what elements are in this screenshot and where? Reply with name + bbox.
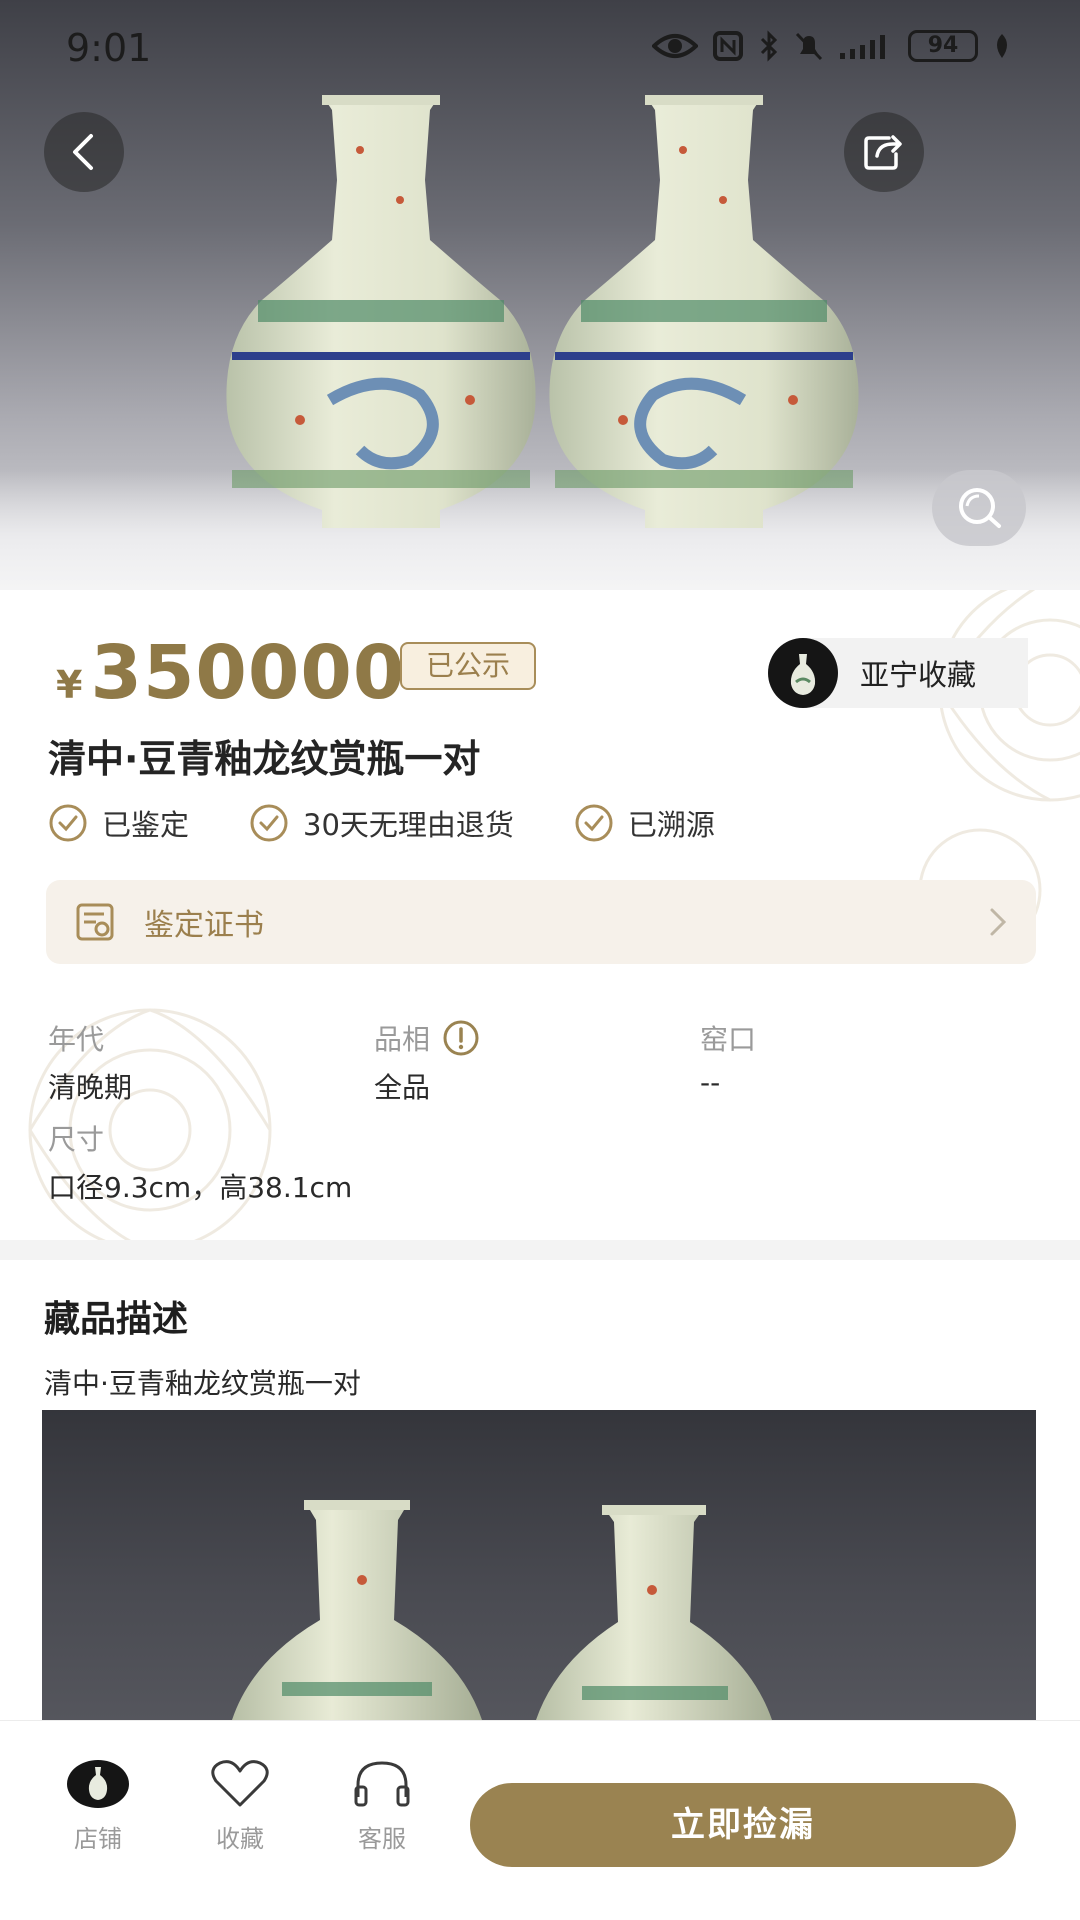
attr-value: -- [700,1066,721,1099]
nfc-icon [713,31,743,61]
currency-symbol: ¥ [56,663,83,707]
price-value: 350000 [90,630,406,716]
product-title: 清中·豆青釉龙纹赏瓶一对 [48,737,481,781]
attr-size: 尺寸 口径9.3cm，高38.1cm [48,1118,352,1206]
tab-customer-service[interactable]: 客服 [332,1759,432,1854]
attr-value: 全品 [374,1071,431,1104]
description-section: 藏品描述 清中·豆青釉龙纹赏瓶一对 [0,1260,1080,1720]
badge-label: 已溯源 [627,808,715,842]
badge-traced: 已溯源 [574,802,715,844]
description-image[interactable] [42,1410,1036,1720]
certificate-row[interactable]: 鉴定证书 [46,880,1036,964]
shop-avatar [768,638,838,708]
shop-name: 亚宁收藏 [860,658,977,692]
tab-favorite[interactable]: 收藏 [190,1759,290,1854]
check-circle-icon [575,804,613,842]
share-icon [864,135,902,170]
search-icon [959,488,1001,528]
zoom-button[interactable] [932,470,1026,546]
attr-era: 年代 清晚期 [48,1018,132,1106]
bottom-action-bar: 店铺 收藏 客服 立即捡漏 [0,1720,1080,1920]
badge-label: 30天无理由退货 [303,808,514,842]
badge-return-policy: 30天无理由退货 [249,802,514,844]
attr-key: 品相 [374,1023,431,1056]
attr-key: 年代 [48,1023,105,1056]
attr-value: 清晚期 [48,1071,133,1104]
shop-link[interactable]: 亚宁收藏 [768,638,1028,708]
vase-detail-photo [232,1500,772,1720]
status-bar: 9:01 94 [0,0,1080,100]
product-info-card: ¥ 350000 已公示 亚宁收藏 清中·豆青釉龙纹赏瓶一对 已鉴定 30天无理… [0,590,1080,1240]
headset-icon [354,1761,410,1807]
battery-icon: 94 [908,30,978,62]
tab-shop[interactable]: 店铺 [48,1759,148,1854]
section-divider [0,1240,1080,1260]
eye-icon [652,34,698,58]
certificate-label: 鉴定证书 [144,908,264,943]
certificate-icon [76,903,114,941]
attr-kiln: 窑口 -- [700,1018,756,1099]
public-status-badge: 已公示 [400,642,536,690]
leaf-icon [997,34,1007,58]
description-heading: 藏品描述 [44,1299,189,1340]
attr-key: 尺寸 [48,1123,105,1156]
tab-label: 客服 [358,1825,406,1853]
mute-bell-icon [795,32,823,61]
description-text: 清中·豆青釉龙纹赏瓶一对 [44,1367,361,1400]
badge-label: 已鉴定 [102,808,190,842]
bluetooth-icon [760,30,778,62]
info-icon[interactable] [442,1019,480,1057]
check-circle-icon [49,804,87,842]
attr-value: 口径9.3cm，高38.1cm [48,1171,353,1204]
status-icons: 94 [652,30,1012,62]
tab-label: 收藏 [216,1825,264,1853]
badge-authenticated: 已鉴定 [48,802,189,844]
price: ¥ 350000 [56,630,405,716]
signal-icon [840,35,885,59]
heart-icon [211,1760,269,1807]
status-time: 9:01 [66,26,152,70]
product-image-gallery[interactable]: 9:01 94 [0,0,1080,590]
check-circle-icon [250,804,288,842]
tab-label: 店铺 [74,1825,122,1853]
back-button[interactable] [44,112,124,192]
share-button[interactable] [844,112,924,192]
attr-condition: 品相 全品 [374,1018,480,1106]
shop-avatar-icon [67,1760,129,1808]
attr-key: 窑口 [700,1023,757,1056]
chevron-right-icon [990,908,1007,936]
guarantee-badges: 已鉴定 30天无理由退货 已溯源 [48,802,715,844]
buy-now-button[interactable]: 立即捡漏 [470,1783,1016,1867]
chevron-left-icon [73,134,93,170]
